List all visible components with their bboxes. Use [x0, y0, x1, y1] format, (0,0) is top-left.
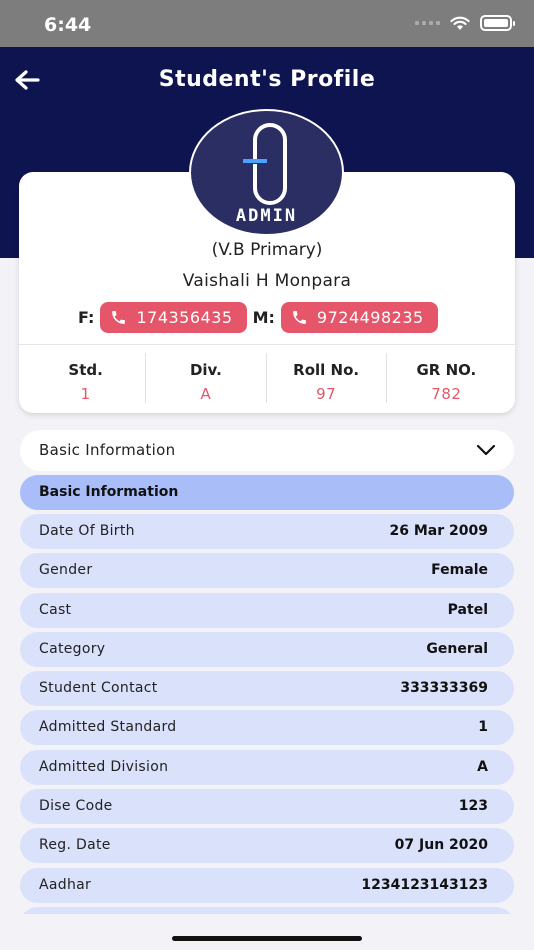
stat-label: Roll No. — [293, 361, 360, 379]
mother-label: M: — [252, 308, 275, 327]
stat-label: GR NO. — [416, 361, 477, 379]
info-row-admitted-division: Admitted Division A — [20, 749, 514, 785]
row-value: 26 Mar 2009 — [389, 523, 488, 539]
row-label: Gender — [39, 562, 93, 579]
stat-std: Std. 1 — [26, 353, 147, 403]
mother-phone-number: 9724498235 — [316, 308, 424, 327]
school-name: (V.B Primary) — [211, 240, 323, 260]
info-row-reg-date: Reg. Date 07 Jun 2020 — [20, 828, 514, 864]
student-name: Vaishali H Monpara — [182, 271, 352, 291]
stat-value: 1 — [80, 385, 91, 403]
mother-call-button[interactable]: 9724498235 — [280, 302, 438, 333]
row-value: A — [477, 758, 488, 775]
info-row-partial — [20, 906, 514, 914]
row-value: General — [426, 640, 488, 657]
card-divider — [19, 344, 515, 345]
stat-value: 97 — [316, 385, 337, 403]
stat-label: Div. — [189, 361, 222, 379]
chevron-down-icon — [476, 444, 496, 456]
info-row-date-of-birth: Date Of Birth 26 Mar 2009 — [20, 514, 514, 549]
battery-icon — [480, 15, 515, 31]
info-row-admitted-standard: Admitted Standard 1 — [20, 710, 514, 746]
father-label: F: — [78, 308, 95, 327]
info-row-category: Category General — [20, 631, 514, 667]
stat-value: A — [200, 385, 212, 403]
status-bar: 6:44 — [0, 0, 534, 47]
info-row-aadhar: Aadhar 1234123143123 — [20, 867, 514, 903]
row-label: Admitted Standard — [39, 719, 177, 736]
row-label: Category — [39, 640, 106, 657]
row-label: Admitted Division — [39, 758, 169, 775]
stat-label: Std. — [68, 361, 103, 379]
row-label: Dise Code — [39, 798, 113, 815]
stat-value: 782 — [431, 385, 462, 403]
info-row-gender: Gender Female — [20, 553, 514, 589]
phone-icon — [293, 311, 306, 324]
parent-phones: F: 174356435 M: 9724498235 — [78, 302, 444, 333]
father-call-button[interactable]: 174356435 — [100, 302, 247, 333]
row-value: Female — [431, 562, 488, 579]
father-phone-number: 174356435 — [136, 308, 233, 327]
stat-div: Div. A — [146, 353, 267, 403]
status-time: 6:44 — [44, 14, 92, 36]
stat-roll-no: Roll No. 97 — [267, 353, 387, 403]
avatar-label: ADMIN — [235, 206, 298, 226]
status-icons — [415, 15, 515, 31]
info-list[interactable]: Date Of Birth 26 Mar 2009 Gender Female Ca… — [20, 514, 514, 914]
student-stats: Std. 1 Div. A Roll No. 97 GR NO. 782 — [26, 353, 506, 403]
info-type-dropdown[interactable]: Basic Information — [20, 430, 514, 471]
section-title: Basic Information — [39, 484, 179, 500]
row-label: Aadhar — [39, 876, 92, 893]
info-row-student-contact: Student Contact 333333369 — [20, 671, 514, 707]
row-value: 1 — [478, 719, 488, 736]
row-label: Cast — [39, 601, 72, 618]
row-label: Student Contact — [39, 680, 158, 697]
wifi-icon — [450, 16, 470, 30]
stat-gr-no: GR NO. 782 — [387, 353, 506, 403]
home-indicator[interactable] — [172, 936, 362, 941]
phone-icon — [112, 311, 126, 324]
avatar: ADMIN — [189, 109, 344, 236]
signal-icon — [415, 21, 440, 25]
page-title: Student's Profile — [158, 67, 376, 92]
row-value: 333333369 — [400, 680, 488, 697]
row-value: 123 — [458, 798, 488, 815]
row-label: Date Of Birth — [39, 523, 135, 539]
info-row-dise-code: Dise Code 123 — [20, 789, 514, 825]
section-header: Basic Information — [20, 475, 514, 510]
dropdown-selected-value: Basic Information — [39, 441, 176, 459]
info-row-cast: Cast Patel — [20, 592, 514, 628]
row-label: Reg. Date — [39, 837, 111, 854]
row-value: 1234123143123 — [361, 876, 488, 893]
row-value: Patel — [447, 601, 488, 618]
row-value: 07 Jun 2020 — [394, 837, 488, 854]
